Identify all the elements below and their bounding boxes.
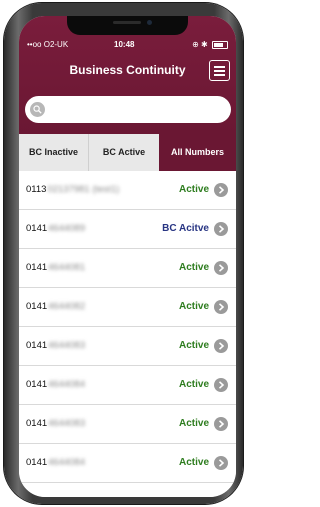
number-prefix: 0141 [26, 418, 48, 429]
status-label: Active [178, 184, 209, 195]
chevron-right-icon[interactable] [214, 183, 228, 197]
tab-bc-inactive[interactable]: BC Inactive [19, 134, 89, 171]
phone-frame: ••oo O2-UK 10:48 ⊕ ✱ Business Continuity [4, 3, 243, 504]
list-item[interactable]: 01414644083 Active [19, 405, 236, 444]
phone-number: 01414644082 [26, 301, 85, 312]
chevron-right-icon[interactable] [214, 456, 228, 470]
number-prefix: 0141 [26, 223, 48, 234]
list-item[interactable]: 011302137981 (test1) Active [19, 171, 236, 210]
number-redacted: 4644083 [48, 340, 86, 351]
status-label: Active [178, 301, 209, 312]
list-item[interactable]: 01414644089 BC Acitve [19, 210, 236, 249]
list-item[interactable]: 01414644082 Active [19, 288, 236, 327]
list-item[interactable]: 01414644084 Active [19, 366, 236, 405]
carrier-label: ••oo O2-UK [27, 40, 69, 49]
status-right-icons: ⊕ ✱ [192, 40, 208, 49]
number-prefix: 0113 [26, 184, 47, 195]
number-redacted: 4644083 [48, 418, 86, 429]
speaker-grille [113, 21, 141, 24]
chevron-right-icon[interactable] [214, 339, 228, 353]
tab-all-numbers[interactable]: All Numbers [159, 134, 236, 171]
number-prefix: 0141 [26, 457, 48, 468]
app-screen: ••oo O2-UK 10:48 ⊕ ✱ Business Continuity [19, 16, 236, 497]
phone-number: 01414644084 [26, 457, 85, 468]
battery-icon [212, 40, 228, 49]
status-label: Active [178, 457, 209, 468]
status-label: Active [178, 262, 209, 273]
number-prefix: 0141 [26, 262, 48, 273]
camera-icon [147, 20, 152, 25]
search-input[interactable] [49, 100, 229, 120]
status-label: Active [178, 379, 209, 390]
tab-bar: BC Inactive BC Active All Numbers [19, 134, 236, 171]
phone-notch [67, 16, 188, 35]
number-prefix: 0141 [26, 340, 48, 351]
search-icon [30, 102, 45, 117]
status-label: Active [178, 418, 209, 429]
phone-number: 011302137981 (test1) [26, 184, 119, 195]
phone-number: 01414644083 [26, 340, 85, 351]
number-redacted: 4644089 [48, 223, 86, 234]
number-list: 011302137981 (test1) Active 01414644089 … [19, 171, 236, 497]
list-item[interactable]: 01414644083 Active [19, 327, 236, 366]
page-title: Business Continuity [69, 63, 186, 77]
number-prefix: 0141 [26, 379, 48, 390]
number-redacted: 4644082 [48, 301, 86, 312]
hamburger-line [214, 70, 225, 72]
hamburger-icon [214, 66, 225, 68]
status-bar: ••oo O2-UK 10:48 ⊕ ✱ [19, 38, 236, 52]
phone-number: 01414644084 [26, 379, 85, 390]
phone-number: 01414644089 [26, 223, 85, 234]
status-label: Active [178, 340, 209, 351]
chevron-right-icon[interactable] [214, 300, 228, 314]
list-item[interactable]: 01414644084 Active [19, 444, 236, 483]
list-item[interactable]: 01414644081 Active [19, 249, 236, 288]
number-redacted: 02137981 (test1) [47, 184, 120, 195]
phone-number: 01414644083 [26, 418, 85, 429]
menu-button[interactable] [209, 60, 230, 81]
status-label: BC Acitve [162, 223, 209, 234]
number-prefix: 0141 [26, 301, 48, 312]
hamburger-line [214, 74, 225, 76]
number-redacted: 4644084 [48, 457, 86, 468]
number-redacted: 4644081 [48, 262, 86, 273]
chevron-right-icon[interactable] [214, 417, 228, 431]
chevron-right-icon[interactable] [214, 222, 228, 236]
phone-number: 01414644081 [26, 262, 85, 273]
chevron-right-icon[interactable] [214, 261, 228, 275]
tab-bc-active[interactable]: BC Active [89, 134, 159, 171]
clock: 10:48 [114, 40, 135, 49]
chevron-right-icon[interactable] [214, 378, 228, 392]
number-redacted: 4644084 [48, 379, 86, 390]
search-bar[interactable] [25, 96, 231, 123]
status-icons: ⊕ ✱ [192, 40, 228, 49]
